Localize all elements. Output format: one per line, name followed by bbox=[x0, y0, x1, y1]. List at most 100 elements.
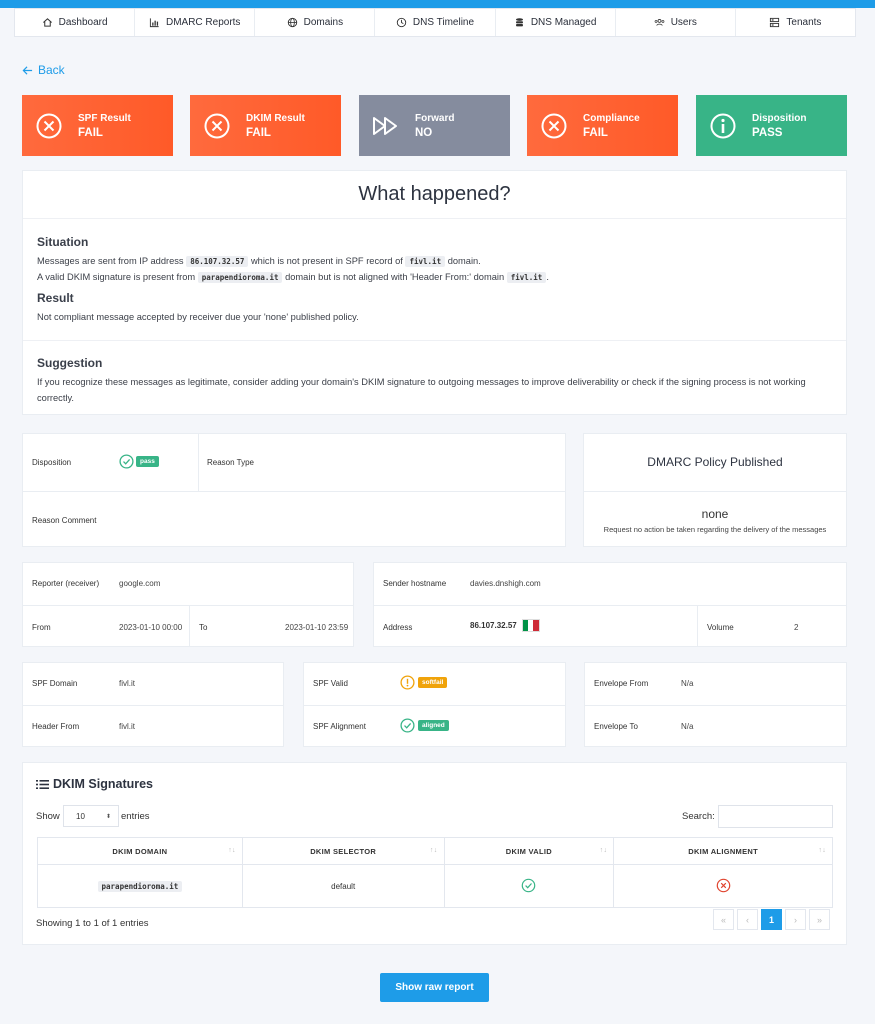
column-header-dkim-selector[interactable]: DKIM SELECTOR ↑↓ bbox=[241, 837, 445, 865]
text: domain but is not aligned with 'Header F… bbox=[285, 272, 505, 282]
select-arrows-icon: ⬍ bbox=[105, 813, 111, 820]
policy-value: none bbox=[701, 507, 729, 521]
back-link[interactable]: Back bbox=[22, 63, 65, 77]
address-cell: 86.107.32.57 bbox=[470, 619, 540, 632]
nav-label: Users bbox=[670, 17, 697, 28]
nav-dns-managed[interactable]: DNS Managed bbox=[496, 9, 616, 36]
situation-line-2: A valid DKIM signature is present from p… bbox=[37, 270, 832, 286]
header-label: DKIM VALID bbox=[505, 846, 552, 856]
report-panel: Reporter (receiver) google.com From 2023… bbox=[22, 562, 354, 647]
from-value: 2023-01-10 00:00 bbox=[119, 623, 183, 632]
dkim-domain-code: parapendioroma.it bbox=[197, 272, 283, 283]
dkim-heading: DKIM Signatures bbox=[36, 777, 153, 791]
divider bbox=[23, 340, 846, 341]
nav-dashboard[interactable]: Dashboard bbox=[15, 9, 136, 36]
reporter-value: google.com bbox=[119, 579, 161, 588]
pagination-last[interactable]: » bbox=[809, 909, 830, 930]
card-value: FAIL bbox=[78, 126, 103, 139]
compliance-card: Compliance FAIL bbox=[527, 95, 678, 156]
nav-label: Domains bbox=[303, 17, 344, 28]
status-badge: pass bbox=[136, 456, 159, 467]
nav-dns-timeline[interactable]: DNS Timeline bbox=[375, 9, 496, 36]
sort-icon: ↑↓ bbox=[599, 847, 608, 854]
envelope-to-value: N/a bbox=[681, 722, 694, 731]
x-circle-icon bbox=[204, 113, 230, 138]
header-label: DKIM DOMAIN bbox=[112, 846, 168, 856]
pagination-first[interactable]: « bbox=[713, 909, 734, 930]
column-header-dkim-valid[interactable]: DKIM VALID ↑↓ bbox=[443, 837, 615, 865]
pagination-previous[interactable]: ‹ bbox=[737, 909, 758, 930]
pagination-next[interactable]: › bbox=[785, 909, 806, 930]
suggestion-text: If you recognize these messages as legit… bbox=[37, 377, 806, 403]
to-label: To bbox=[199, 623, 208, 632]
spf-domain-value: fivl.it bbox=[119, 679, 135, 688]
show-label: Show bbox=[36, 811, 60, 822]
dkim-signatures-panel: DKIM Signatures Show 10 ⬍ entries Search… bbox=[22, 762, 847, 945]
nav-domains[interactable]: Domains bbox=[255, 9, 376, 36]
header-from-label: Header From bbox=[32, 722, 80, 731]
card-label: Compliance bbox=[583, 112, 640, 124]
divider bbox=[198, 434, 199, 491]
check-circle-icon bbox=[119, 454, 134, 469]
header-label: DKIM ALIGNMENT bbox=[688, 846, 758, 856]
sort-icon: ↑↓ bbox=[429, 847, 438, 854]
nav-dmarc-reports[interactable]: DMARC Reports bbox=[135, 9, 256, 36]
divider bbox=[585, 705, 846, 706]
search-label: Search: bbox=[682, 811, 715, 822]
spf-valid-panel: SPF Valid softfail SPF Alignment aligned bbox=[303, 662, 566, 747]
x-circle-icon bbox=[541, 113, 567, 138]
dkim-result-card: DKIM Result FAIL bbox=[190, 95, 341, 156]
table-row: parapendioroma.it default bbox=[37, 864, 833, 908]
entries-label: entries bbox=[121, 811, 150, 822]
volume-label: Volume bbox=[707, 623, 734, 632]
column-header-dkim-domain[interactable]: DKIM DOMAIN ↑↓ bbox=[37, 837, 243, 865]
nav-tenants[interactable]: Tenants bbox=[736, 9, 855, 36]
entries-value: 10 bbox=[76, 811, 85, 821]
card-value: FAIL bbox=[246, 126, 271, 139]
arrow-left-icon bbox=[22, 65, 33, 75]
card-label: DKIM Result bbox=[246, 112, 305, 124]
entries-select[interactable]: 10 ⬍ bbox=[63, 805, 119, 827]
column-header-dkim-alignment[interactable]: DKIM ALIGNMENT ↑↓ bbox=[613, 837, 833, 865]
spf-alignment-status: aligned bbox=[400, 718, 449, 733]
ip-code: 86.107.32.57 bbox=[186, 256, 249, 267]
sender-hostname-label: Sender hostname bbox=[383, 579, 447, 588]
envelope-to-label: Envelope To bbox=[594, 722, 638, 731]
nav-label: DNS Managed bbox=[530, 17, 597, 28]
page-title: What happened? bbox=[358, 183, 511, 205]
card-label: Disposition bbox=[752, 112, 807, 124]
situation-line-1: Messages are sent from IP address 86.107… bbox=[37, 254, 832, 270]
nav-users[interactable]: Users bbox=[616, 9, 736, 36]
status-badge: softfail bbox=[418, 677, 448, 688]
envelope-from-label: Envelope From bbox=[594, 679, 649, 688]
spf-alignment-label: SPF Alignment bbox=[313, 722, 366, 731]
clock-icon bbox=[396, 17, 407, 28]
disposition-label: Disposition bbox=[32, 458, 72, 467]
text: Messages are sent from IP address bbox=[37, 256, 184, 266]
nav-label: Dashboard bbox=[58, 17, 108, 28]
spf-domain-panel: SPF Domain fivl.it Header From fivl.it bbox=[22, 662, 284, 747]
divider bbox=[23, 705, 283, 706]
card-label: Forward bbox=[415, 112, 455, 124]
to-value: 2023-01-10 23:59 bbox=[285, 623, 349, 632]
list-icon bbox=[36, 779, 49, 789]
result-text: Not compliant message accepted by receiv… bbox=[37, 312, 359, 322]
volume-value: 2 bbox=[794, 623, 799, 632]
dkim-title: DKIM Signatures bbox=[53, 777, 154, 791]
dkim-valid-cell bbox=[443, 864, 615, 908]
divider bbox=[23, 605, 353, 606]
spf-valid-label: SPF Valid bbox=[313, 679, 348, 688]
exclamation-circle-icon bbox=[400, 675, 415, 690]
reporter-label: Reporter (receiver) bbox=[32, 579, 100, 588]
show-raw-report-button[interactable]: Show raw report bbox=[380, 973, 489, 1002]
forward-card: Forward NO bbox=[359, 95, 510, 156]
divider bbox=[23, 491, 565, 492]
pagination-page-1[interactable]: 1 bbox=[761, 909, 782, 930]
search-input[interactable] bbox=[718, 805, 833, 828]
disposition-status: pass bbox=[119, 454, 159, 469]
divider bbox=[304, 705, 565, 706]
card-label: SPF Result bbox=[78, 112, 131, 124]
header-from-value: fivl.it bbox=[119, 722, 135, 731]
reason-type-label: Reason Type bbox=[207, 458, 254, 467]
bar-chart-icon bbox=[149, 18, 159, 28]
